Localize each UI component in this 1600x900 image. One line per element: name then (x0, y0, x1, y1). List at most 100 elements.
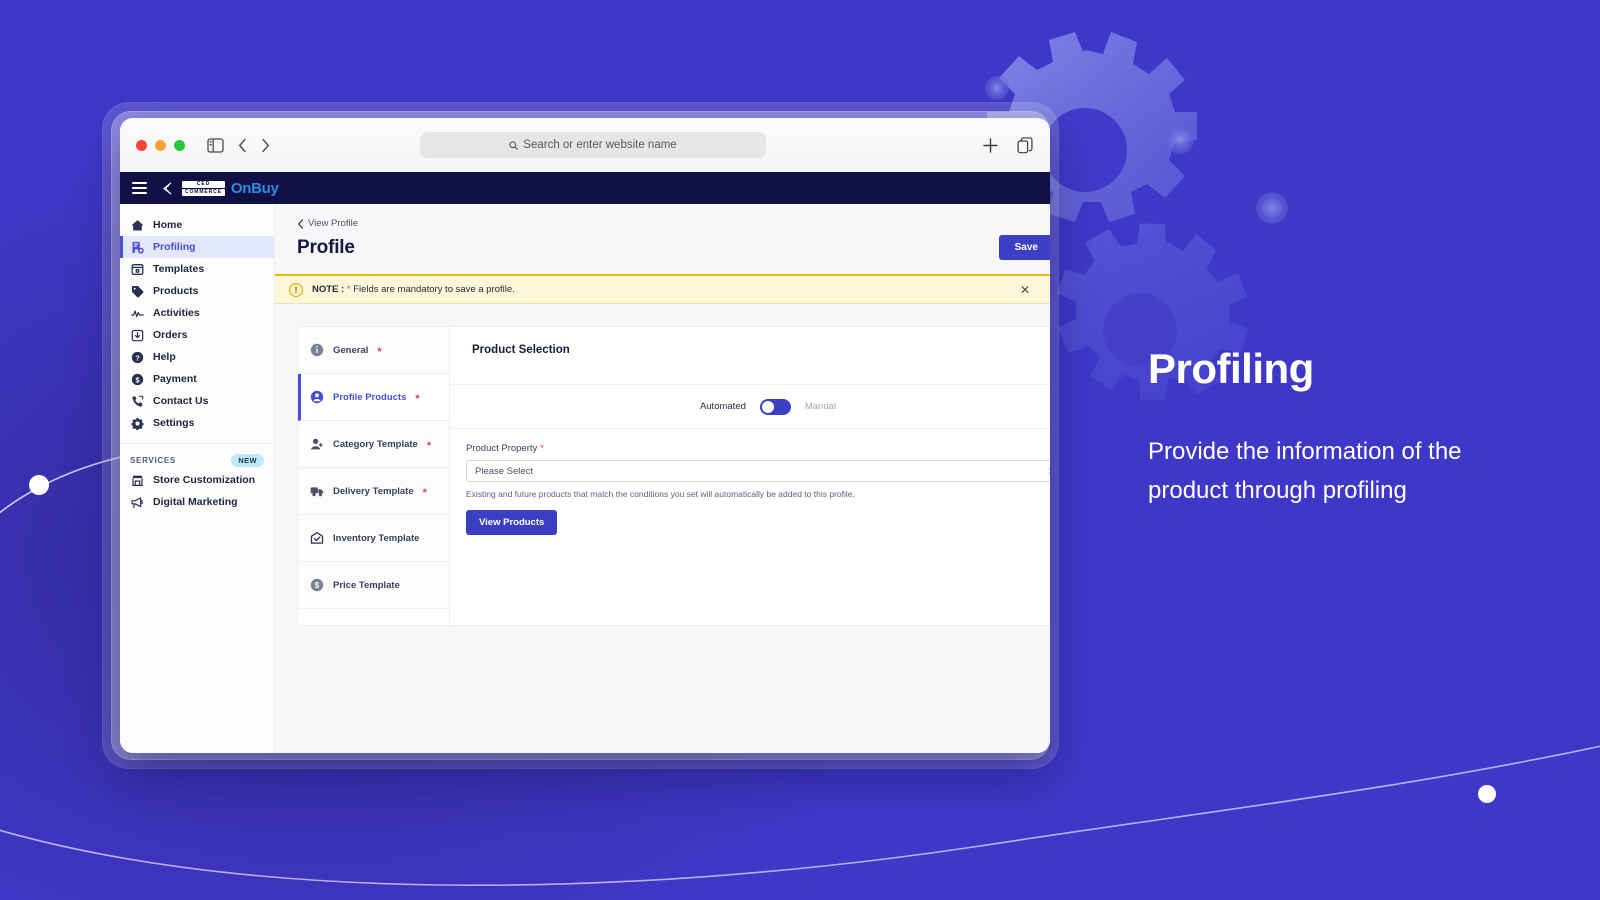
toggle-label-automated: Automated (699, 401, 746, 412)
save-button[interactable]: Save (998, 235, 1050, 260)
user-plus-icon (309, 437, 324, 452)
close-window-button[interactable] (136, 139, 147, 151)
automated-manual-toggle[interactable] (759, 398, 791, 415)
sidebar-item-activities[interactable]: Activities (120, 302, 274, 324)
tab-label: Category Template (333, 438, 418, 450)
tab-delivery-template[interactable]: Delivery Template * (298, 468, 449, 515)
sidebar-item-profiling[interactable]: Profiling (120, 236, 274, 258)
orders-inbox-icon (130, 328, 144, 342)
sidebar-item-contact-us[interactable]: Contact Us (120, 390, 274, 412)
tab-profile-products[interactable]: Profile Products * (298, 374, 449, 421)
ced-logo-icon (163, 181, 172, 195)
svg-text:?: ? (135, 353, 140, 362)
hamburger-menu-icon[interactable] (132, 182, 147, 194)
profiling-icon (130, 240, 144, 254)
tag-icon (130, 284, 144, 298)
services-title: SERVICES (130, 455, 176, 465)
close-icon[interactable]: ✕ (1020, 283, 1036, 297)
browser-toolbar: Search or enter website name (120, 118, 1050, 172)
tab-general[interactable]: General * (298, 327, 449, 374)
note-label: NOTE : (312, 284, 345, 295)
app-header: CED COMMERCE OnBuy (120, 172, 1050, 204)
tab-label: General (333, 344, 369, 356)
sidebar-item-label: Templates (153, 263, 205, 275)
sidebar: Home Profiling Templates Products Activi… (120, 204, 275, 753)
note-message: Fields are mandatory to save a profile. (353, 284, 515, 295)
address-bar-placeholder: Search or enter website name (523, 139, 677, 151)
tab-inventory-template[interactable]: Inventory Template (298, 515, 449, 562)
home-icon (130, 218, 144, 232)
new-tab-button[interactable] (982, 137, 999, 154)
breadcrumb-label: View Profile (308, 218, 358, 229)
tab-overview-button[interactable] (1017, 136, 1034, 154)
sidebar-item-label: Activities (153, 307, 200, 319)
product-property-select[interactable]: Please Select (466, 460, 1050, 482)
help-circle-icon: ? (130, 350, 144, 364)
forward-button[interactable] (261, 138, 270, 153)
storefront-icon (130, 473, 144, 487)
promo-heading: Profiling (1148, 345, 1314, 392)
sidebar-item-payment[interactable]: $ Payment (120, 368, 274, 390)
phone-icon (130, 394, 144, 408)
services-header: SERVICES NEW (120, 451, 274, 469)
inventory-box-icon (309, 531, 324, 546)
sidebar-divider (120, 443, 274, 444)
note-banner: ! NOTE : * Fields are mandatory to save … (275, 274, 1050, 304)
new-badge: NEW (231, 453, 264, 467)
sidebar-item-orders[interactable]: Orders (120, 324, 274, 346)
page-root: Search or enter website name CED COMMERC… (0, 0, 1600, 900)
sidebar-item-label: Settings (153, 417, 195, 429)
sidebar-item-templates[interactable]: Templates (120, 258, 274, 280)
ced-badge-line1: CED (182, 180, 225, 188)
traffic-lights[interactable] (136, 139, 185, 151)
tab-price-template[interactable]: $ Price Template (298, 562, 449, 609)
sidebar-item-help[interactable]: ? Help (120, 346, 274, 368)
truck-icon (309, 484, 324, 499)
breadcrumb[interactable]: View Profile (275, 204, 1050, 229)
tab-panel: Product Selection Automated Manual Produ… (450, 327, 1050, 625)
mode-toggle-row: Automated Manual (450, 384, 1050, 428)
sidebar-item-label: Contact Us (153, 395, 209, 407)
browser-window: Search or enter website name CED COMMERC… (120, 118, 1050, 753)
info-circle-icon (309, 343, 324, 358)
sidebar-item-label: Orders (153, 329, 188, 341)
chevron-left-icon (297, 218, 304, 229)
sidebar-item-store-customization[interactable]: Store Customization (120, 469, 274, 491)
user-circle-icon (309, 390, 324, 405)
panel-title: Product Selection (472, 344, 570, 356)
activity-pulse-icon (130, 306, 144, 320)
maximize-window-button[interactable] (174, 139, 185, 151)
dollar-circle-icon: $ (130, 372, 144, 386)
view-products-button[interactable]: View Products (466, 510, 558, 535)
note-asterisk: * (346, 284, 351, 295)
sidebar-item-settings[interactable]: Settings (120, 412, 274, 434)
tab-category-template[interactable]: Category Template * (298, 421, 449, 468)
tab-label: Delivery Template (333, 485, 414, 497)
sidebar-item-products[interactable]: Products (120, 280, 274, 302)
sidebar-item-digital-marketing[interactable]: Digital Marketing (120, 491, 274, 513)
sidebar-item-label: Digital Marketing (153, 496, 238, 508)
promo-body: Provide the information of the product t… (1148, 438, 1462, 504)
ced-commerce-badge: CED COMMERCE (182, 180, 225, 196)
sidebar-item-home[interactable]: Home (120, 214, 274, 236)
address-search-bar[interactable]: Search or enter website name (420, 132, 766, 158)
tab-label: Profile Products (333, 391, 407, 403)
sidebar-item-label: Home (153, 219, 183, 231)
toggle-label-manual: Manual (804, 401, 837, 412)
back-button[interactable] (238, 138, 247, 153)
app-body: Home Profiling Templates Products Activi… (120, 204, 1050, 753)
minimize-window-button[interactable] (155, 139, 166, 151)
sidebar-toggle-icon[interactable] (207, 137, 224, 153)
dollar-circle-icon: $ (309, 578, 324, 593)
main-content: View Profile Profile Save ! NOTE : * Fie… (275, 204, 1050, 753)
select-value: Please Select (475, 465, 534, 477)
sidebar-item-label: Store Customization (153, 474, 256, 486)
note-text: NOTE : * Fields are mandatory to save a … (312, 284, 515, 295)
templates-icon (130, 262, 144, 276)
brand-logo[interactable]: CED COMMERCE OnBuy (161, 180, 279, 197)
tab-label: Price Template (333, 579, 400, 591)
sidebar-item-label: Profiling (153, 241, 196, 253)
alert-circle-icon: ! (289, 282, 303, 297)
tab-label: Inventory Template (333, 532, 420, 544)
page-title: Profile (297, 236, 355, 258)
